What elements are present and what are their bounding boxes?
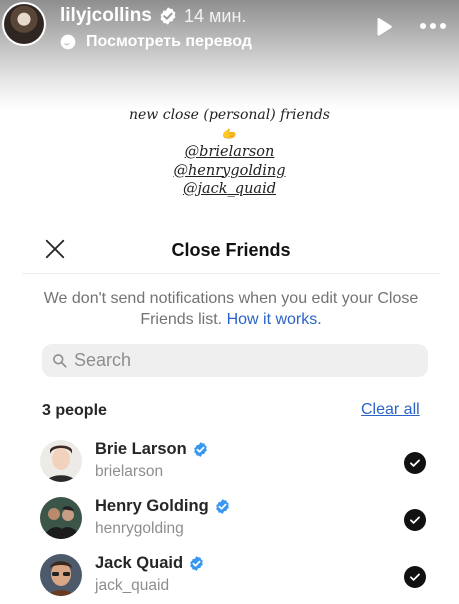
check-icon — [410, 459, 420, 467]
person-username: henrygolding — [95, 520, 184, 537]
story-user[interactable]: lilyjcollins — [60, 5, 178, 27]
search-input[interactable] — [74, 350, 404, 371]
person-username: brielarson — [95, 463, 164, 480]
story-caption: new close (personal) friends 🫱 @brielars… — [0, 106, 459, 199]
caption-mention[interactable]: @henrygolding — [0, 162, 459, 181]
story-username[interactable]: lilyjcollins — [60, 5, 152, 27]
avatar-image — [40, 497, 82, 539]
person-name: Jack Quaid — [95, 554, 205, 573]
avatar-image — [40, 554, 82, 596]
story-header: lilyjcollins 14 мин. Посмотреть перевод — [0, 0, 459, 110]
avatar[interactable] — [40, 440, 82, 482]
person-name-text: Jack Quaid — [95, 554, 184, 572]
close-friends-panel: Close Friends We don't send notification… — [22, 222, 440, 604]
panel-title: Close Friends — [171, 240, 291, 260]
story-avatar[interactable] — [2, 2, 46, 46]
search-icon — [53, 354, 67, 368]
check-icon — [410, 516, 420, 524]
person-name: Brie Larson — [95, 440, 209, 459]
person-username: jack_quaid — [95, 577, 170, 594]
verified-badge-icon — [193, 442, 207, 457]
verified-badge-icon — [190, 556, 203, 571]
list-item[interactable]: Jack Quaid jack_quaid — [40, 554, 432, 604]
selected-check-toggle[interactable] — [404, 509, 426, 531]
panel-header: Close Friends — [22, 222, 440, 274]
translate-icon — [60, 34, 76, 50]
person-name-text: Brie Larson — [95, 440, 187, 458]
check-icon — [410, 573, 420, 581]
more-dot — [440, 23, 446, 29]
verified-badge-icon — [160, 7, 176, 25]
story-avatar-image — [4, 4, 44, 44]
avatar[interactable] — [40, 497, 82, 539]
translate-button[interactable]: Посмотреть перевод — [60, 33, 252, 51]
notice-text: We don't send notifications when you edi… — [42, 288, 420, 330]
caption-line: new close (personal) friends — [129, 107, 330, 123]
selected-check-toggle[interactable] — [404, 566, 426, 588]
avatar[interactable] — [40, 554, 82, 596]
clear-all-button[interactable]: Clear all — [361, 401, 420, 419]
caption-mention[interactable]: @brielarson — [0, 143, 459, 162]
handshake-emoji: 🫱 — [222, 126, 237, 141]
more-icon[interactable] — [420, 23, 446, 29]
more-dot — [430, 23, 436, 29]
people-count: 3 people — [42, 402, 107, 419]
list-item[interactable]: Henry Golding henrygolding — [40, 497, 432, 553]
caption-mention[interactable]: @jack_quaid — [0, 180, 459, 199]
search-bar[interactable] — [42, 344, 428, 377]
how-it-works-link[interactable]: How it works. — [227, 311, 322, 328]
play-icon[interactable] — [372, 16, 394, 38]
verified-badge-icon — [215, 499, 229, 514]
person-name: Henry Golding — [95, 497, 231, 516]
person-name-text: Henry Golding — [95, 497, 209, 515]
selected-check-toggle[interactable] — [404, 452, 426, 474]
story-timestamp: 14 мин. — [184, 6, 247, 26]
list-item[interactable]: Brie Larson brielarson — [40, 440, 432, 496]
avatar-image — [40, 440, 82, 482]
translate-label: Посмотреть перевод — [86, 33, 252, 50]
more-dot — [420, 23, 426, 29]
